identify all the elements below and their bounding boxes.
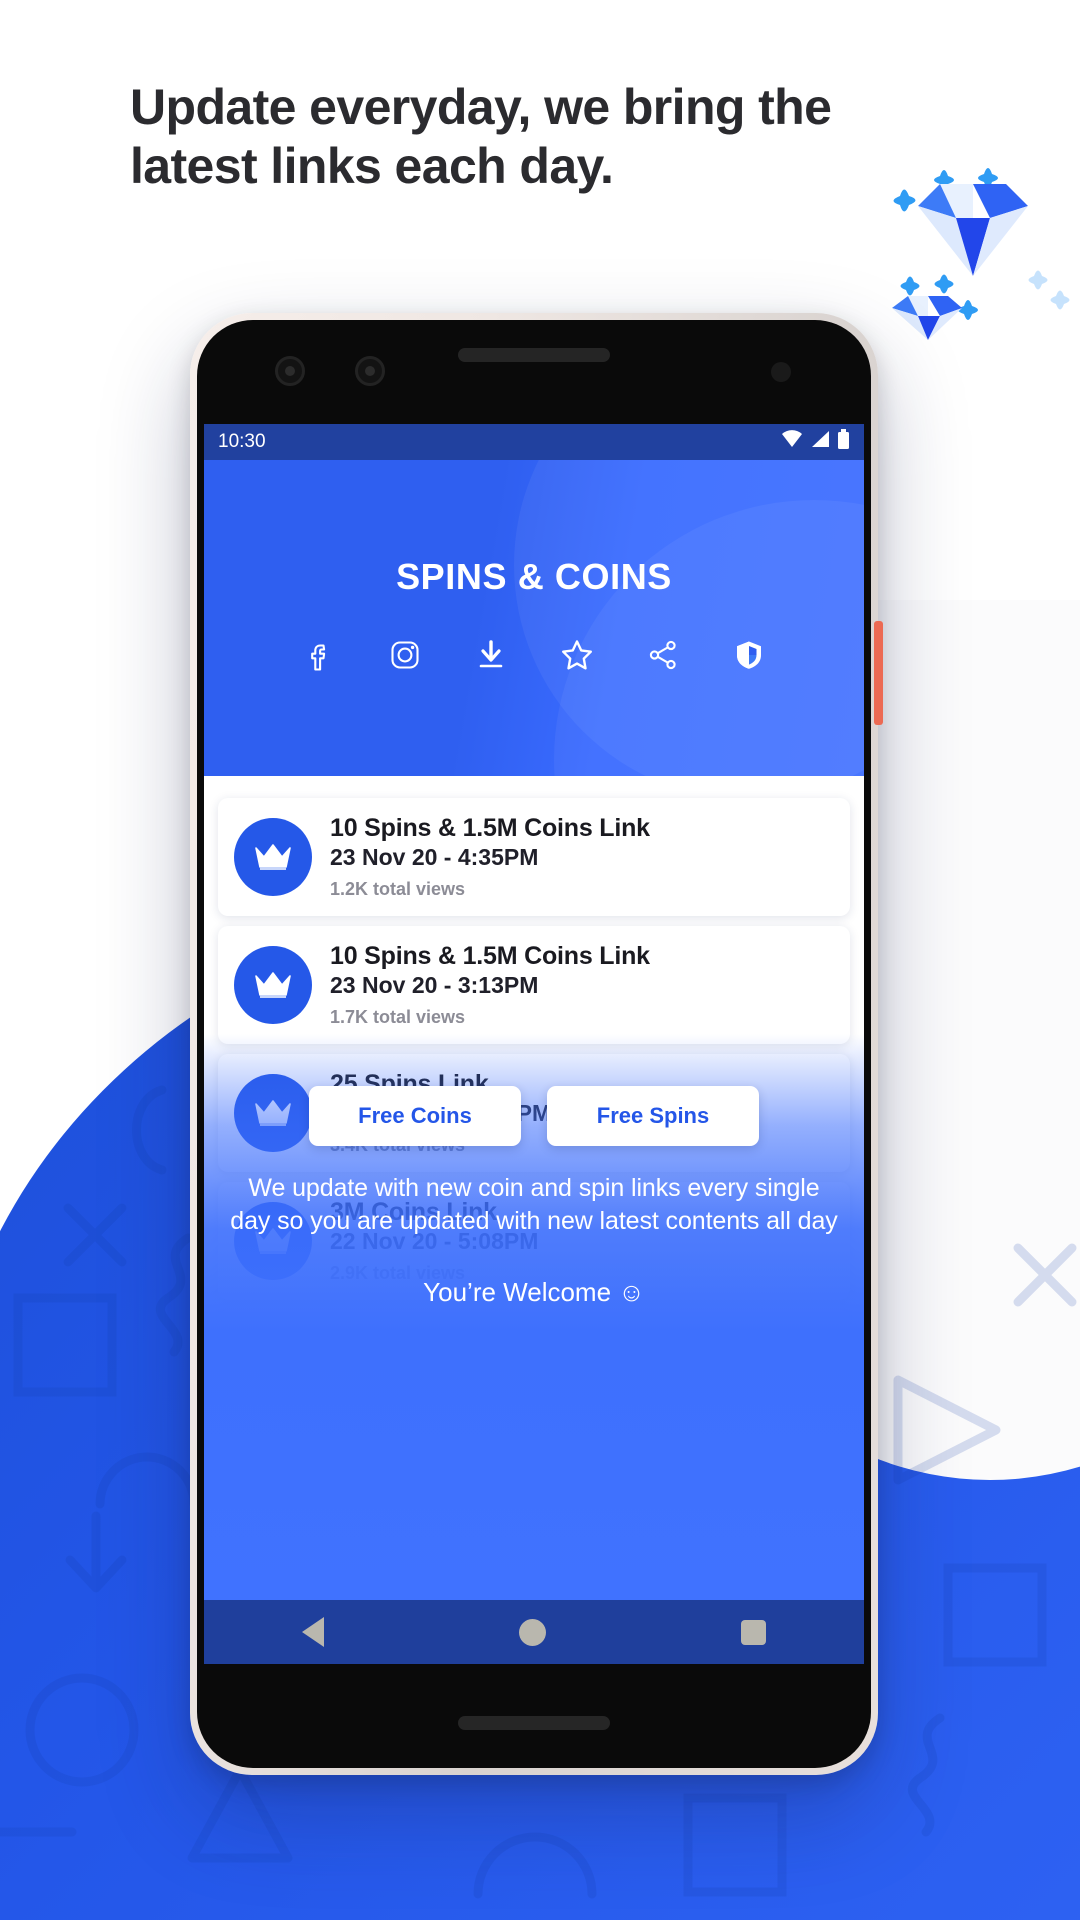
promo-screenshot: Update everyday, we bring the latest lin… [0,0,1080,1920]
crown-icon [234,946,312,1024]
phone-mockup: 10:30 SPINS & COINS 10 Spins & 1.5M Coin… [190,313,883,1775]
card-date: 23 Nov 20 - 3:13PM [330,971,539,998]
proximity-sensor-icon [771,362,791,382]
promo-description: We update with new coin and spin links e… [230,1174,838,1236]
status-bar: 10:30 [204,424,864,460]
promo-button-row: Free Coins Free Spins [230,1086,838,1146]
secondary-camera-icon [355,356,385,386]
power-button[interactable] [874,621,883,725]
earpiece-speaker [458,348,610,362]
home-nav-button[interactable] [518,1618,546,1646]
card-title: 10 Spins & 1.5M Coins Link [330,941,650,970]
card-title: 3M Coins Link [330,1325,497,1354]
deco-dash-icon [0,1820,80,1844]
phone-screen: 10:30 SPINS & COINS 10 Spins & 1.5M Coin… [204,424,864,1608]
deco-arc-bottom-icon [470,1810,600,1900]
crown-icon [234,818,312,896]
facebook-icon[interactable] [300,636,338,674]
deco-x-right-icon [1010,1240,1080,1310]
deco-x-icon [60,1200,130,1270]
card-title: 10 Spins & 1.5M Coins Link [330,813,650,842]
table-row[interactable]: 25 Spins Link 22 Nov 20 - 1:15PM 4.8K to… [218,1438,850,1556]
card-date: 22 Nov 20 - 1:15PM [330,1483,539,1510]
card-date: 23 Nov 20 - 4:35PM [330,843,539,870]
app-header: SPINS & COINS [204,460,864,776]
card-views: 1.2K total views [330,879,466,900]
deco-circle-icon [22,1670,142,1790]
card-title: 25 Spins Link [330,1453,489,1482]
table-row[interactable]: 10 Spins & 1.5M Coins Link 23 Nov 20 - 3… [218,926,850,1044]
deco-square-right-icon [940,1560,1050,1670]
links-list[interactable]: 10 Spins & 1.5M Coins Link 23 Nov 20 - 4… [204,776,864,1608]
card-views: 4.8K total views [330,1519,466,1540]
card-views: 5.1K total views [330,1391,466,1412]
card-date: 22 Nov 20 - 3:43PM [330,1355,539,1382]
promo-overlay: Free Coins Free Spins We update with new… [204,1086,864,1308]
recents-nav-button[interactable] [741,1619,767,1645]
welcome-message: You’re Welcome ☺ [423,1276,645,1307]
instagram-icon[interactable] [386,636,424,674]
phone-bottom-bezel [197,1664,871,1768]
front-camera-icon [275,356,305,386]
deco-brace-icon [110,1080,180,1180]
share-icon[interactable] [644,636,682,674]
table-row[interactable]: 3M Coins Link 22 Nov 20 - 3:43PM 5.1K to… [218,1310,850,1428]
deco-arrow-down-icon [56,1510,136,1600]
page-headline: Update everyday, we bring the latest lin… [130,79,832,194]
back-nav-button[interactable] [301,1617,324,1647]
android-nav-bar[interactable] [204,1600,864,1664]
card-views: 1.7K total views [330,1007,466,1028]
deco-square-bottom-icon [680,1790,790,1900]
crown-icon [234,1458,312,1536]
phone-top-bezel [197,320,871,424]
deco-triangle-icon [180,1760,300,1870]
battery-icon [837,429,850,455]
cellular-signal-icon [810,430,830,454]
shield-icon[interactable] [730,636,768,674]
free-spins-button[interactable]: Free Spins [547,1086,759,1146]
bottom-speaker [458,1716,610,1730]
deco-arc-icon [92,1430,202,1510]
deco-triangle-right-icon [880,1370,1010,1490]
wifi-icon [781,430,803,454]
crown-icon [234,1330,312,1408]
deco-square-icon [10,1290,120,1400]
star-icon[interactable] [558,636,596,674]
app-title: SPINS & COINS [396,556,672,597]
download-icon[interactable] [472,636,510,674]
deco-squiggle-right-icon [900,1710,960,1840]
free-coins-button[interactable]: Free Coins [309,1086,521,1146]
table-row[interactable]: 10 Spins & 1.5M Coins Link 23 Nov 20 - 4… [218,798,850,916]
social-icon-row [204,636,864,674]
status-bar-time: 10:30 [218,431,266,452]
